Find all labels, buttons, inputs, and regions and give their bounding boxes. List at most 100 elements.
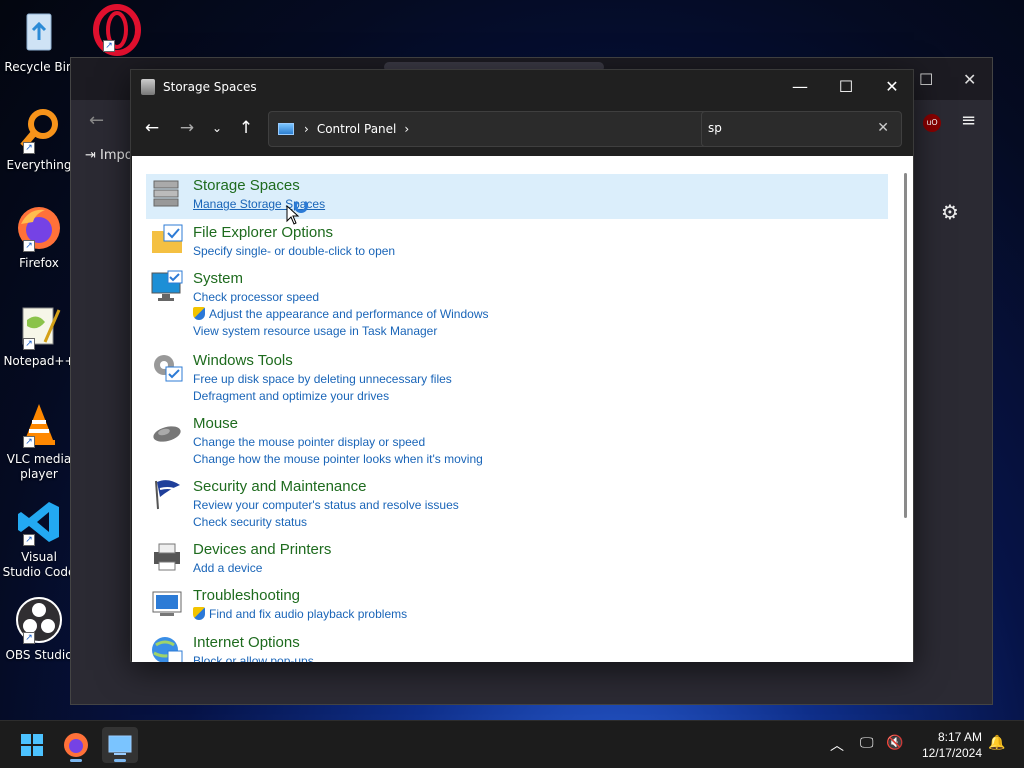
breadcrumb-chevron-icon[interactable]: › <box>304 122 309 136</box>
result-link[interactable]: Adjust the appearance and performance of… <box>193 307 489 321</box>
desktop-icon-label: Notepad++ <box>3 354 75 368</box>
uac-shield-icon <box>193 607 205 620</box>
taskbar-firefox[interactable] <box>58 727 94 763</box>
result-troubleshooting: Troubleshooting Find and fix audio playb… <box>146 583 888 625</box>
notepadpp-icon: ↗ <box>15 302 63 350</box>
uac-shield-icon <box>193 307 205 320</box>
desktop-icon-label: Recycle Bin <box>4 60 74 74</box>
firefox-icon <box>64 733 88 757</box>
desktop-icon-label: OBS Studio <box>5 648 73 662</box>
clock-date: 12/17/2024 <box>921 746 982 760</box>
internet-options-icon <box>152 637 183 662</box>
result-internet-options: Internet Options Block or allow pop-ups <box>146 630 888 662</box>
back-button[interactable]: ← <box>140 118 164 138</box>
control-panel-icon <box>108 735 132 755</box>
result-link[interactable]: Check security status <box>193 515 307 529</box>
mouse-icon <box>153 426 181 442</box>
result-link[interactable]: Free up disk space by deleting unnecessa… <box>193 372 452 386</box>
up-button[interactable]: ↑ <box>234 118 258 138</box>
breadcrumb-control-panel[interactable]: Control Panel <box>317 122 397 136</box>
vertical-scrollbar[interactable] <box>904 173 907 518</box>
desktop-icon-vscode[interactable]: ↗ Visual Studio Code <box>2 498 76 580</box>
everything-search-icon: ↗ <box>15 106 63 154</box>
result-title[interactable]: Security and Maintenance <box>193 478 366 495</box>
desktop-icon-notepadpp[interactable]: ↗ Notepad++ <box>2 302 76 369</box>
result-title[interactable]: Windows Tools <box>193 352 293 369</box>
busy-spinner-icon <box>294 199 308 213</box>
result-link[interactable]: Change the mouse pointer display or spee… <box>193 435 425 449</box>
import-label: Impo <box>100 148 133 163</box>
result-link-text: Adjust the appearance and performance of… <box>209 307 489 321</box>
minimize-button[interactable]: — <box>777 70 823 102</box>
close-button[interactable]: ✕ <box>869 70 915 102</box>
desktop-icon-obs[interactable]: ↗ OBS Studio <box>2 596 76 663</box>
clock[interactable]: 8:17 AM 12/17/2024 <box>922 729 982 761</box>
result-title[interactable]: System <box>193 270 243 287</box>
opera-icon: ↗ <box>91 4 141 56</box>
vlc-icon: ↗ <box>15 400 63 448</box>
result-title[interactable]: Internet Options <box>193 634 300 651</box>
folder-options-icon <box>152 224 183 253</box>
result-mouse: Mouse Change the mouse pointer display o… <box>146 411 888 469</box>
desktop-icon-vlc[interactable]: ↗ VLC media player <box>2 400 76 482</box>
security-flag-icon <box>155 480 180 510</box>
desktop-icon-label: Firefox <box>19 256 59 270</box>
control-panel-window: Storage Spaces — ☐ ✕ ← → ⌄ ↑ › Control P… <box>130 69 914 662</box>
clock-time: 8:17 AM <box>937 730 982 744</box>
show-hidden-icons-chevron-icon[interactable]: ︿ <box>830 735 844 755</box>
forward-button[interactable]: → <box>175 118 199 138</box>
result-title[interactable]: Troubleshooting <box>193 587 300 604</box>
desktop-icon-label: Everything <box>6 158 72 172</box>
desktop-icon-firefox[interactable]: ↗ Firefox <box>2 204 76 271</box>
breadcrumb-chevron-icon[interactable]: › <box>404 122 409 136</box>
desktop-icon-recycle-bin[interactable]: Recycle Bin <box>2 8 76 75</box>
result-title[interactable]: File Explorer Options <box>193 224 333 241</box>
result-link[interactable]: Check processor speed <box>193 290 319 304</box>
result-security-maintenance: Security and Maintenance Review your com… <box>146 474 888 532</box>
troubleshooting-icon <box>152 591 182 616</box>
taskbar-control-panel[interactable] <box>102 727 138 763</box>
title-bar[interactable]: Storage Spaces — ☐ ✕ <box>131 70 913 104</box>
result-title[interactable]: Devices and Printers <box>193 541 331 558</box>
result-link[interactable]: Specify single- or double-click to open <box>193 244 395 258</box>
notification-bell-icon[interactable]: 🔔 <box>988 735 1005 751</box>
result-link[interactable]: Block or allow pop-ups <box>193 654 314 662</box>
result-system: System Check processor speed Adjust the … <box>146 266 888 341</box>
result-title[interactable]: Storage Spaces <box>193 177 300 194</box>
maximize-button[interactable]: ☐ <box>823 70 869 102</box>
system-icon <box>151 270 183 301</box>
result-devices-printers: Devices and Printers Add a device <box>146 537 888 579</box>
search-box: ✕ <box>701 111 902 147</box>
navigation-toolbar: ← → ⌄ ↑ › Control Panel › ⌄ ↻ ✕ <box>131 104 913 156</box>
result-link[interactable]: Add a device <box>193 561 262 575</box>
desktop-icon-opera[interactable]: ↗ <box>80 4 150 56</box>
desktop-icon-everything[interactable]: ↗ Everything <box>2 106 76 173</box>
result-link[interactable]: Review your computer's status and resolv… <box>193 498 459 512</box>
hamburger-menu-icon[interactable]: ≡ <box>961 110 976 131</box>
ublock-icon[interactable]: uO <box>923 114 941 132</box>
clear-search-icon[interactable]: ✕ <box>877 120 889 136</box>
close-icon[interactable]: ✕ <box>963 70 976 89</box>
firefox-icon: ↗ <box>15 204 63 252</box>
start-button[interactable] <box>14 727 50 763</box>
gear-icon[interactable]: ⚙ <box>941 200 959 224</box>
taskbar: ︿ 🖵 🔇 8:17 AM 12/17/2024 🔔 <box>0 720 1024 768</box>
windows-start-icon <box>21 734 43 756</box>
result-link[interactable]: Change how the mouse pointer looks when … <box>193 452 483 466</box>
result-link[interactable]: Find and fix audio playback problems <box>193 607 407 621</box>
search-results-pane: Storage Spaces Manage Storage Spaces Fil… <box>132 156 913 662</box>
recent-locations-chevron-icon[interactable]: ⌄ <box>205 121 229 135</box>
volume-muted-icon[interactable]: 🔇 <box>886 735 903 751</box>
search-input[interactable] <box>708 121 868 135</box>
result-title[interactable]: Mouse <box>193 415 238 432</box>
back-arrow-icon[interactable]: ← <box>89 110 104 131</box>
result-windows-tools: Windows Tools Free up disk space by dele… <box>146 348 888 406</box>
control-panel-icon <box>278 123 294 135</box>
result-link[interactable]: Defragment and optimize your drives <box>193 389 389 403</box>
maximize-icon[interactable]: ☐ <box>919 70 933 89</box>
import-bookmarks-button[interactable]: ⇥ Impo <box>85 148 133 163</box>
result-storage-spaces[interactable]: Storage Spaces Manage Storage Spaces <box>146 174 888 219</box>
network-icon[interactable]: 🖵 <box>860 735 874 751</box>
result-link[interactable]: View system resource usage in Task Manag… <box>193 324 437 338</box>
result-file-explorer-options: File Explorer Options Specify single- or… <box>146 220 888 262</box>
